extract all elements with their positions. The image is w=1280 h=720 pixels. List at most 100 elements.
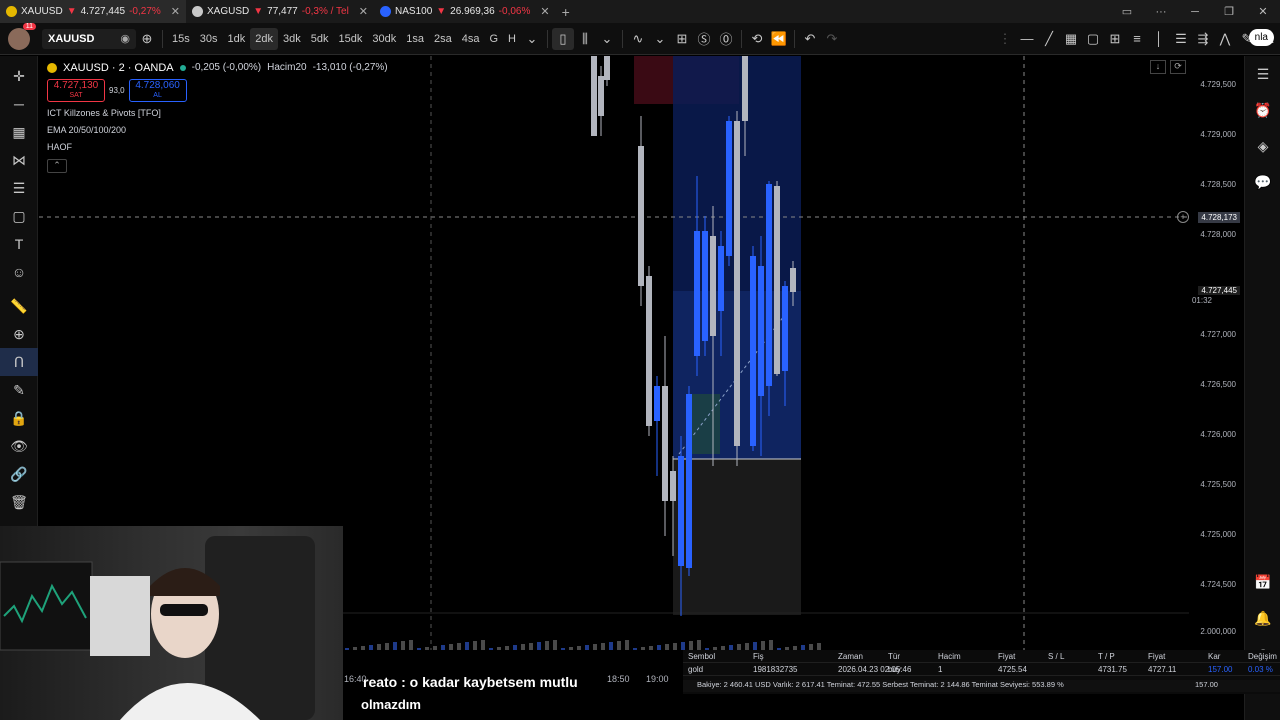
sell-button[interactable]: 4.727,130 SAT [47, 79, 105, 102]
link-icon[interactable]: 🔗 [0, 460, 38, 488]
interval-15s[interactable]: 15s [167, 28, 195, 50]
grid-icon[interactable]: ▦ [1060, 28, 1082, 50]
column-header[interactable]: Tür [888, 652, 900, 661]
shapes-icon[interactable]: ▢ [0, 202, 38, 230]
replay-icon[interactable]: ⏪ [768, 28, 790, 50]
column-header[interactable]: Hacim [938, 652, 961, 661]
add-plus-icon[interactable]: + [1177, 211, 1189, 223]
chevron-down-icon[interactable]: ⌄ [521, 28, 543, 50]
zigzag-icon[interactable]: ⋀ [1214, 28, 1236, 50]
visibility-icon[interactable]: 👁 [0, 432, 38, 460]
volume-bar [441, 645, 445, 650]
channel-icon[interactable]: ⇶ [1192, 28, 1214, 50]
close-icon[interactable]: ✕ [540, 5, 549, 18]
fib-icon[interactable]: ☰ [1170, 28, 1192, 50]
bar-style-icon[interactable]: ⫼ [574, 28, 596, 50]
emoji-icon[interactable]: ☺ [0, 258, 38, 286]
horizontal-line-icon[interactable]: — [1016, 28, 1038, 50]
pattern-icon[interactable]: ⋈ [0, 146, 38, 174]
draw-mode-icon[interactable]: ✎ [0, 376, 38, 404]
column-header[interactable]: S / L [1048, 652, 1064, 661]
templates-icon[interactable]: ⊞ [671, 28, 693, 50]
ruler-icon[interactable]: 📏 [0, 292, 38, 320]
interval-H[interactable]: H [503, 28, 521, 50]
close-window-icon[interactable]: ✕ [1246, 5, 1280, 18]
drag-handle-icon[interactable]: ⋮ [994, 28, 1016, 50]
column-header[interactable]: Kar [1208, 652, 1220, 661]
vertical-line-icon[interactable]: │ [1148, 28, 1170, 50]
add-symbol-icon[interactable]: ⊕ [136, 28, 158, 50]
column-header[interactable]: Fiyat [1148, 652, 1165, 661]
symbol-search-input[interactable]: XAUUSD ◉ [42, 28, 136, 49]
column-header[interactable]: T / P [1098, 652, 1115, 661]
position-row[interactable]: gold 1981832735 2026.04.23 02:05:46 buy 1 472… [683, 663, 1280, 676]
trend-line-icon[interactable]: ╱ [1038, 28, 1060, 50]
zoom-icon[interactable]: ⊕ [0, 320, 38, 348]
minimize-icon[interactable]: ─ [1178, 6, 1212, 18]
interval-2sa[interactable]: 2sa [429, 28, 457, 50]
eye-icon[interactable]: ◉ [120, 32, 130, 45]
refresh-icon[interactable]: ⟳ [1170, 60, 1186, 74]
tab-xagusd[interactable]: XAGUSD ▼ 77,477 -0,3% / Tel ✕ [186, 0, 374, 23]
column-header[interactable]: Fiyat [998, 652, 1015, 661]
redo-icon[interactable]: ↷ [821, 28, 843, 50]
crosshair-icon[interactable]: ✛ [0, 62, 38, 90]
lines-icon[interactable]: ≡ [1126, 28, 1148, 50]
interval-15dk[interactable]: 15dk [334, 28, 368, 50]
layers-icon[interactable]: ◈ [1245, 128, 1280, 164]
column-header[interactable]: Sembol [688, 652, 715, 661]
alarm-clock-icon[interactable]: ⏰ [1245, 92, 1280, 128]
close-icon[interactable]: ✕ [359, 5, 368, 18]
text-icon[interactable]: T [0, 230, 38, 258]
new-tab-icon[interactable]: + [562, 4, 570, 20]
more-icon[interactable]: ··· [1144, 6, 1178, 18]
zero-icon[interactable]: ⓪ [715, 28, 737, 50]
collapse-legend-button[interactable]: ⌃ [47, 159, 67, 173]
chevron-down-icon[interactable]: ⌄ [596, 28, 618, 50]
positions-header: Sembol Fiş Zaman Tür Hacim Fiyat S / L T / P Fiy… [683, 650, 1280, 663]
interval-3dk[interactable]: 3dk [278, 28, 306, 50]
magnet-icon[interactable]: Ո [0, 348, 38, 376]
bell-icon[interactable]: 🔔 [1245, 600, 1280, 636]
close-icon[interactable]: ✕ [171, 5, 180, 18]
interval-30dk[interactable]: 30dk [367, 28, 401, 50]
watchlist-icon[interactable]: ☰ [1245, 56, 1280, 92]
strategy-s-icon[interactable]: Ⓢ [693, 28, 715, 50]
chat-icon[interactable]: 💬 [1245, 164, 1280, 200]
interval-G[interactable]: G [484, 28, 503, 50]
lock-icon[interactable]: 🔒 [0, 404, 38, 432]
column-header[interactable]: Değişim [1248, 652, 1277, 661]
indicator-ema[interactable]: EMA 20/50/100/200 [47, 125, 388, 136]
candles-icon[interactable]: ▯ [551, 27, 574, 50]
price-axis[interactable]: 4.729,500 4.729,000 4.728,500 4.728,173 … [1188, 56, 1244, 650]
trash-icon[interactable]: 🗑 [0, 488, 38, 516]
tab-xauusd[interactable]: XAUUSD ▼ 4.727,445 -0,27% ✕ [0, 0, 186, 23]
indicators-icon[interactable]: ∿ [627, 28, 649, 50]
interval-1dk[interactable]: 1dk [223, 28, 251, 50]
interval-30s[interactable]: 30s [195, 28, 223, 50]
interval-4sa[interactable]: 4sa [457, 28, 485, 50]
column-header[interactable]: Fiş [753, 652, 764, 661]
undo-icon[interactable]: ↶ [799, 28, 821, 50]
column-header[interactable]: Zaman [838, 652, 863, 661]
publish-button[interactable]: nla [1248, 29, 1274, 46]
indicator-ict[interactable]: ICT Killzones & Pivots [TFO] [47, 108, 388, 119]
scroll-down-icon[interactable]: ↓ [1150, 60, 1166, 74]
indicator-haof[interactable]: HAOF [47, 142, 388, 153]
trend-line-icon[interactable]: ─ [0, 90, 38, 118]
interval-5dk[interactable]: 5dk [306, 28, 334, 50]
chevron-down-icon[interactable]: ⌄ [649, 28, 671, 50]
frame-icon[interactable]: ▢ [1082, 28, 1104, 50]
interval-1sa[interactable]: 1sa [401, 28, 429, 50]
alert-icon[interactable]: ⟲ [746, 28, 768, 50]
forecast-icon[interactable]: ☰ [0, 174, 38, 202]
screen-icon[interactable]: ▭ [1110, 5, 1144, 18]
calendar-icon[interactable]: 📅 [1245, 564, 1280, 600]
fib-grid-icon[interactable]: ▦ [0, 118, 38, 146]
interval-2dk[interactable]: 2dk [250, 27, 278, 50]
tab-nas100[interactable]: NAS100 ▼ 26.969,36 -0,06% ✕ [374, 0, 556, 23]
avatar[interactable]: 11 [8, 22, 36, 50]
pivot-grid-icon[interactable]: ⊞ [1104, 28, 1126, 50]
buy-button[interactable]: 4.728,060 AL [128, 79, 187, 102]
restore-icon[interactable]: ❐ [1212, 5, 1246, 18]
